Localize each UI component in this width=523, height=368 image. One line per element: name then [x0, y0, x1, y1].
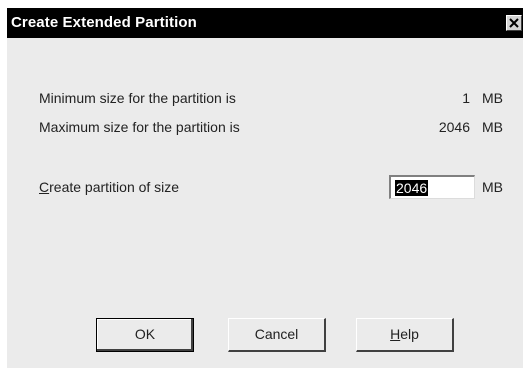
cancel-button-label: Cancel [254, 326, 299, 342]
minimum-size-unit: MB [482, 90, 503, 106]
minimum-size-value: 1 [462, 90, 470, 106]
close-button[interactable] [506, 15, 522, 31]
partition-size-label-text: reate partition of size [49, 179, 180, 195]
dialog-title: Create Extended Partition [11, 14, 197, 31]
title-bar: Create Extended Partition [7, 8, 523, 38]
page: Create Extended Partition Minimum size f… [0, 0, 523, 368]
maximum-size-label: Maximum size for the partition is [39, 119, 240, 135]
maximum-size-unit: MB [482, 119, 503, 135]
ok-button-label: OK [134, 326, 156, 342]
partition-size-unit: MB [482, 179, 503, 195]
ok-button[interactable]: OK [96, 318, 194, 352]
partition-size-input-value: 2046 [395, 180, 429, 196]
help-button-label: elp [400, 326, 419, 342]
partition-size-label-mnemonic: C [39, 179, 50, 195]
cancel-button[interactable]: Cancel [228, 318, 326, 352]
create-extended-partition-dialog: Create Extended Partition Minimum size f… [6, 8, 523, 368]
partition-size-input[interactable]: 2046 [389, 175, 475, 199]
maximum-size-value: 2046 [438, 119, 470, 135]
minimum-size-label: Minimum size for the partition is [39, 90, 236, 106]
help-button-mnemonic: H [390, 326, 401, 342]
help-button[interactable]: Help [356, 318, 454, 352]
close-icon [509, 18, 519, 28]
partition-size-label: Create partition of size [39, 179, 179, 195]
